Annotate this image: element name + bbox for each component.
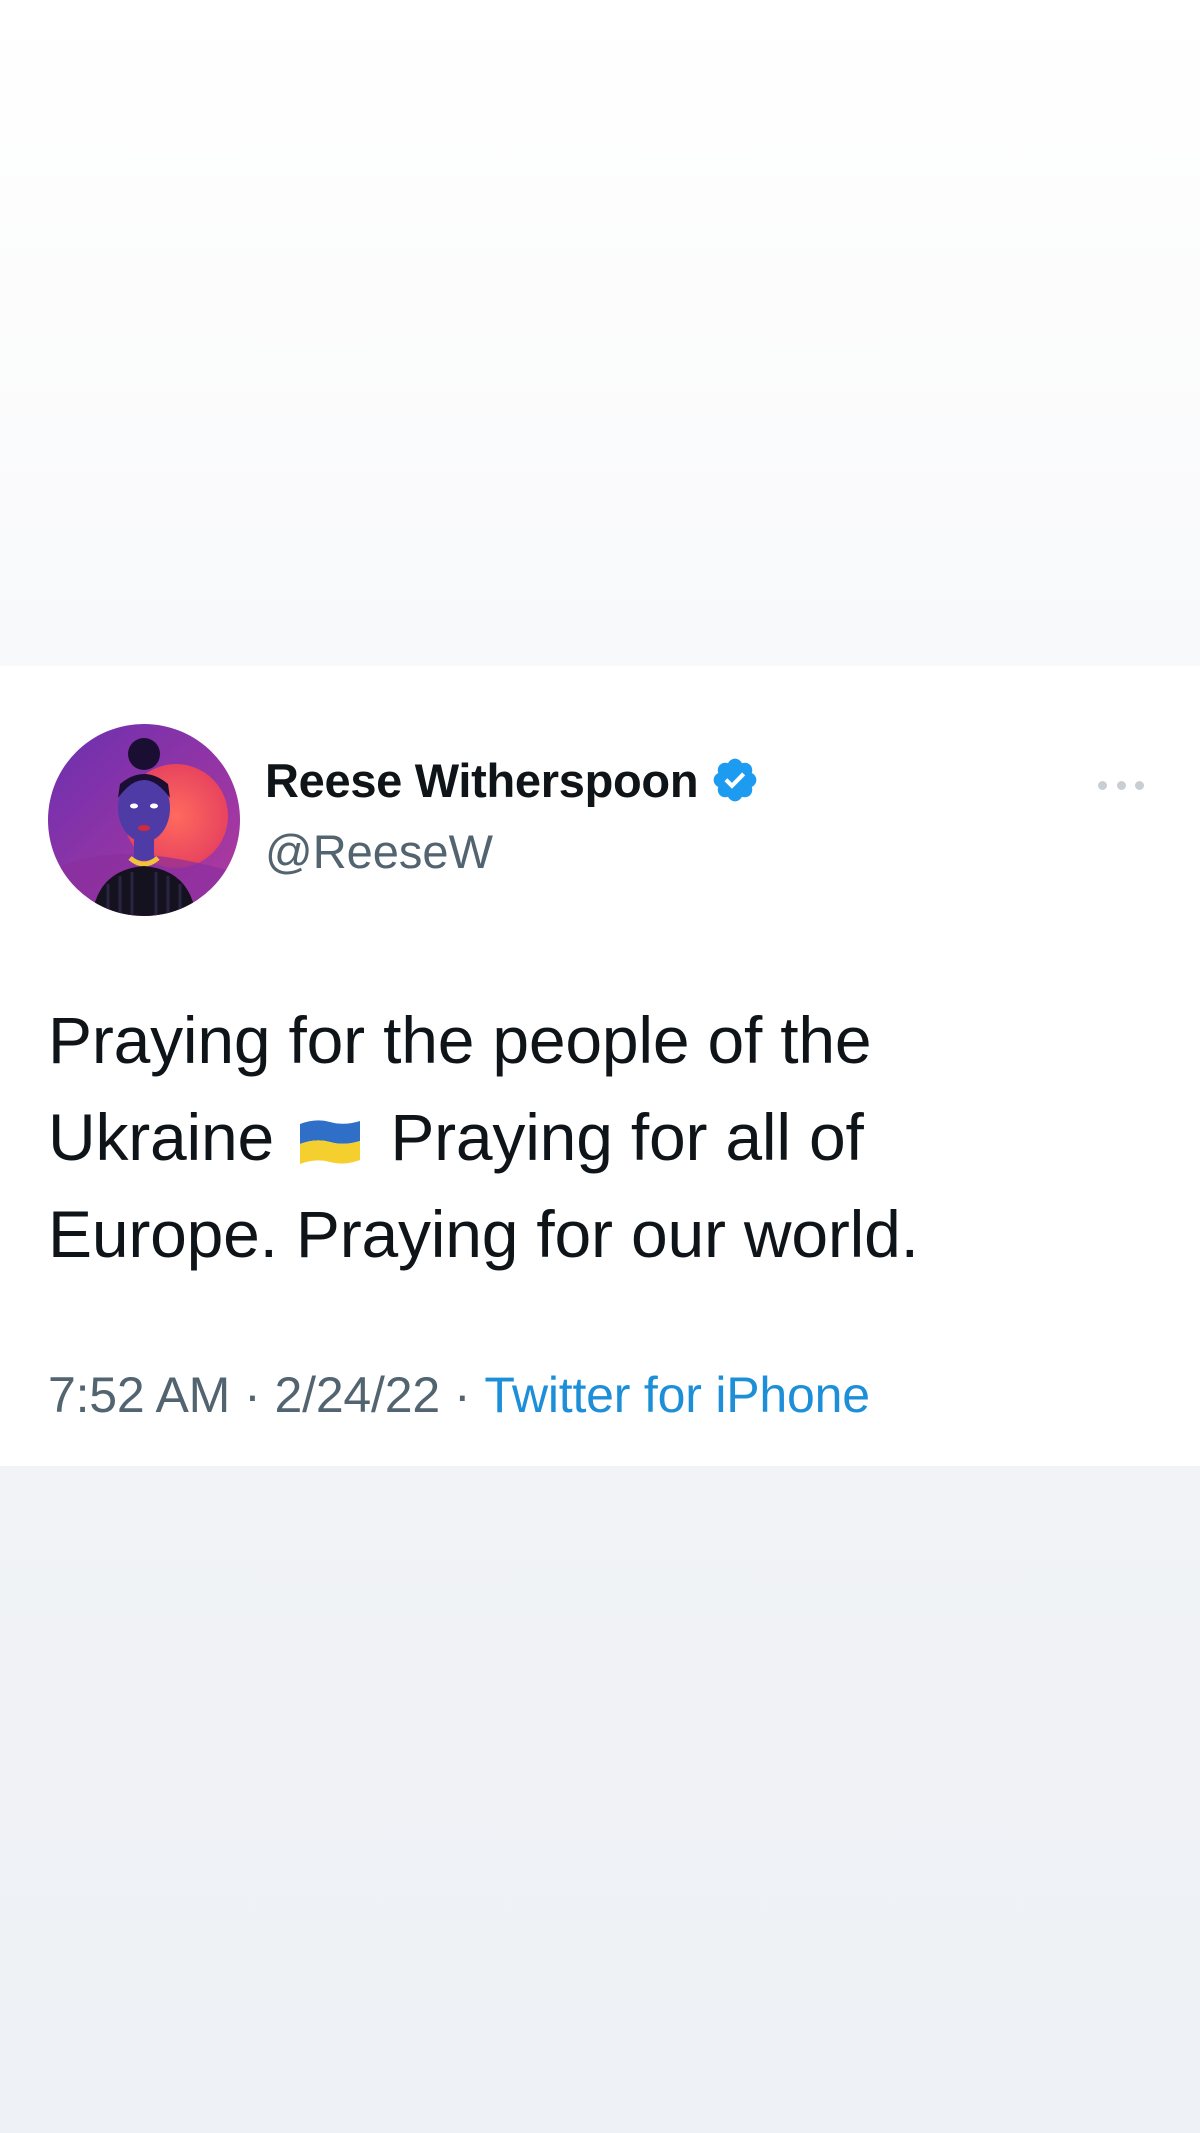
screen: Reese Witherspoon @ReeseW Praying for th… — [0, 0, 1200, 2133]
tweet-text-line: Ukraine Praying for all of — [48, 1089, 1128, 1186]
tweet-card[interactable]: Reese Witherspoon @ReeseW Praying for th… — [0, 666, 1200, 1466]
display-name[interactable]: Reese Witherspoon — [265, 753, 699, 808]
tweet-date[interactable]: 2/24/22 — [275, 1367, 441, 1423]
tweet-text-line: Europe. Praying for our world. — [48, 1197, 919, 1271]
tweet-text-segment: Ukraine — [48, 1100, 275, 1174]
tweet-meta: 7:52 AM · 2/24/22 · Twitter for iPhone — [48, 1366, 870, 1424]
dot — [1116, 780, 1126, 790]
more-options-icon[interactable] — [1098, 778, 1144, 792]
tweet-text-segment: Praying for all of — [390, 1100, 864, 1174]
separator: · — [453, 1367, 471, 1423]
dot — [1098, 780, 1107, 790]
avatar-illustration-icon — [48, 724, 240, 916]
tweet-time[interactable]: 7:52 AM — [48, 1367, 230, 1423]
ukraine-flag-icon — [298, 1093, 362, 1164]
author-name-row[interactable]: Reese Witherspoon — [265, 753, 760, 808]
verified-badge-icon — [710, 755, 760, 805]
separator: · — [244, 1367, 261, 1423]
user-handle[interactable]: @ReeseW — [265, 824, 493, 879]
tweet-text-line: Praying for the people of the — [48, 1003, 872, 1077]
dot — [1135, 780, 1144, 790]
tweet-text: Praying for the people of the Ukraine Pr… — [48, 992, 1128, 1283]
tweet-source-link[interactable]: Twitter for iPhone — [484, 1367, 870, 1423]
avatar[interactable] — [48, 724, 240, 916]
